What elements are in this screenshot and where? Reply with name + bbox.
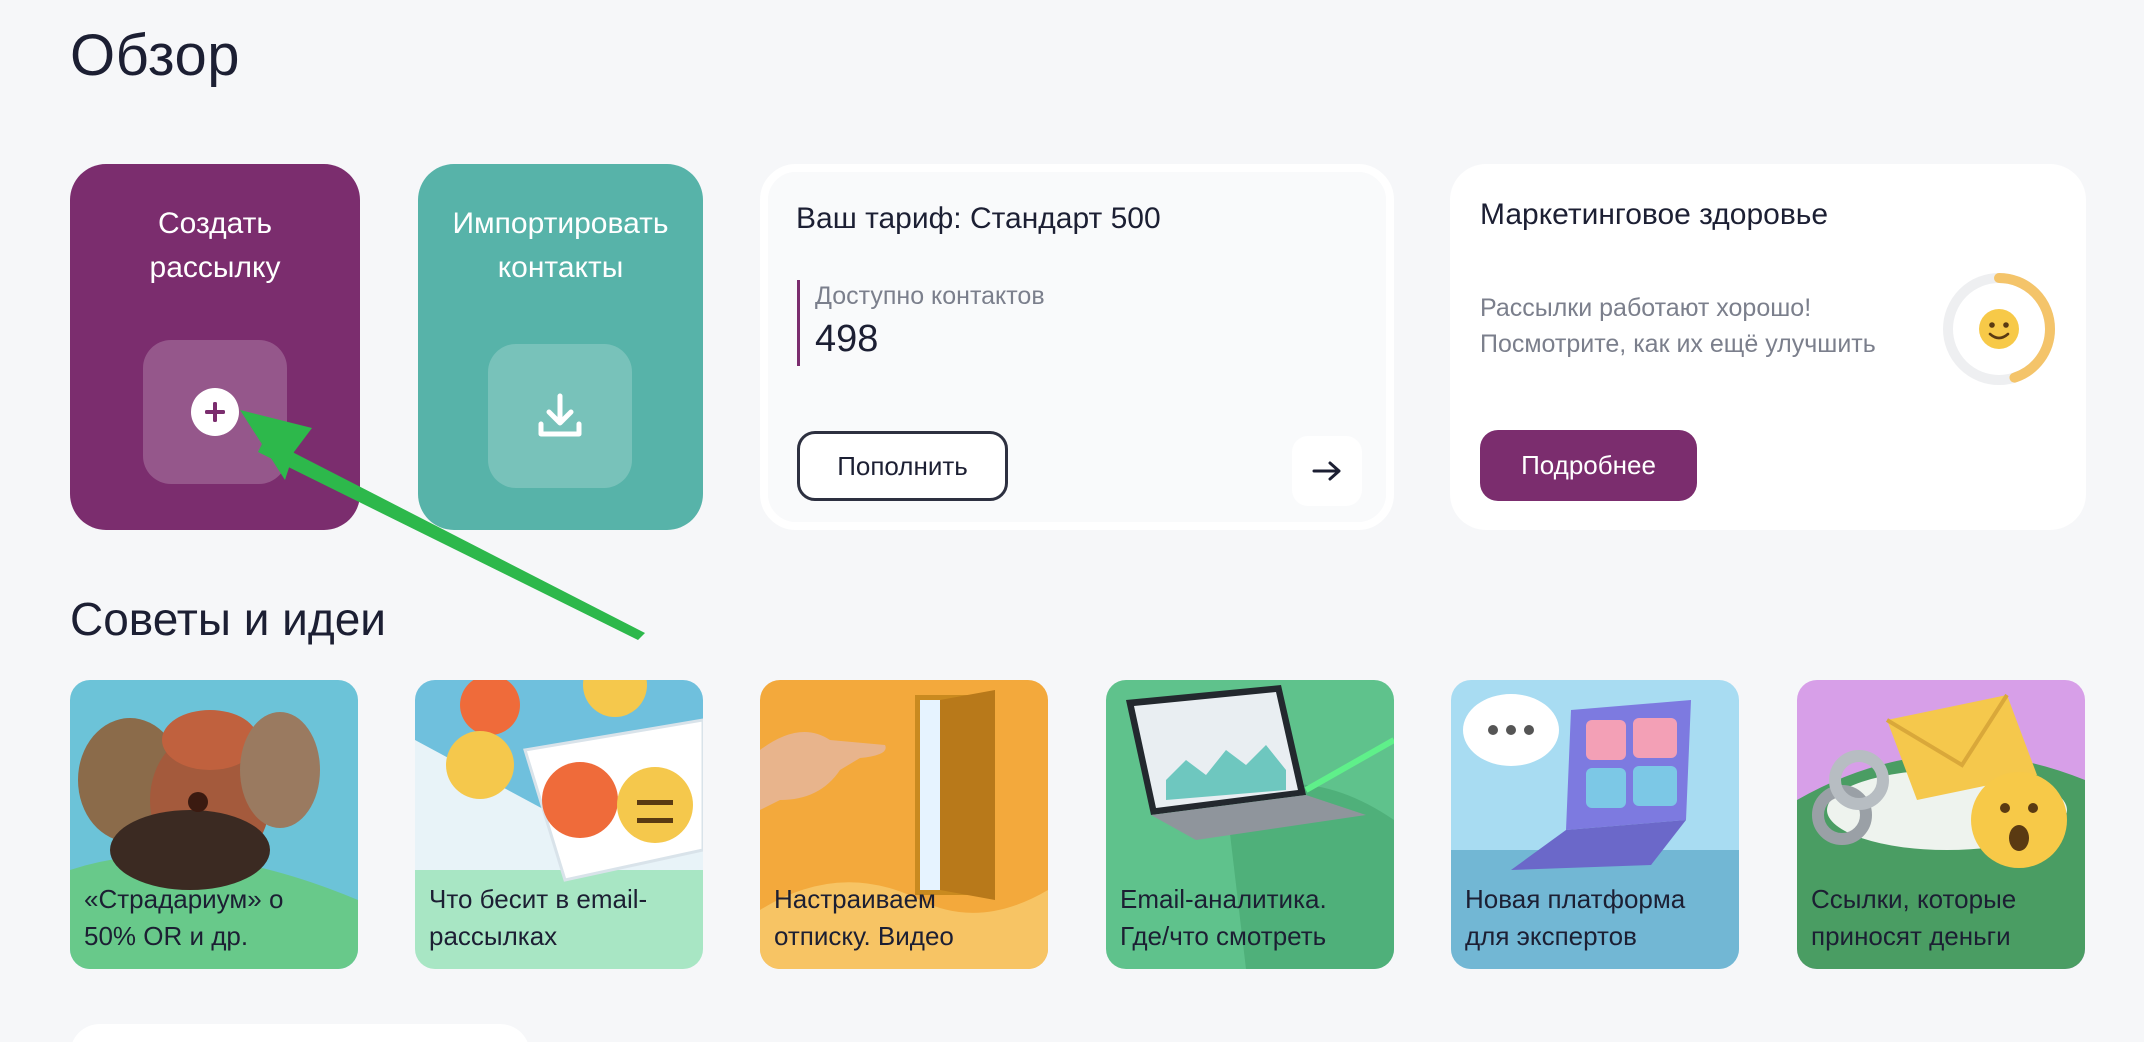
tip-caption-line2: приносят деньги (1811, 921, 2011, 951)
health-gauge (1943, 273, 2055, 385)
health-description-line2: Посмотрите, как их ещё улучшить (1480, 330, 1876, 358)
create-campaign-label-line2: рассылку (149, 251, 281, 284)
tip-caption-line1: Что бесит в email- (429, 884, 648, 914)
tip-card[interactable]: Что бесит в email- рассылках (415, 680, 703, 969)
create-campaign-label: Создать рассылку (70, 202, 360, 290)
create-campaign-label-line1: Создать (157, 207, 272, 240)
tip-caption-line1: Настраиваем (774, 884, 936, 914)
available-contacts-value: 498 (815, 318, 879, 360)
bottom-card-partial (70, 1024, 530, 1042)
download-icon (538, 393, 582, 437)
marketing-health-card: Маркетинговое здоровье Рассылки работают… (1450, 164, 2086, 530)
tips-heading: Советы и идеи (70, 593, 386, 645)
tip-caption-line1: Новая платформа (1465, 884, 1686, 914)
tip-caption: Что бесит в email- рассылках (429, 881, 693, 955)
import-contacts-label-line2: контакты (497, 251, 624, 284)
tip-caption-line2: 50% OR и др. (84, 921, 249, 951)
tip-caption-line2: Где/что смотреть (1120, 921, 1327, 951)
arrow-right-icon (1312, 461, 1341, 481)
tip-caption: Настраиваем отписку. Видео (774, 881, 1038, 955)
tip-caption: Email-аналитика. Где/что смотреть (1120, 881, 1384, 955)
overview-page: Обзор Создать рассылку Импортировать кон… (0, 0, 2144, 1042)
tip-caption-line2: отписку. Видео (774, 921, 954, 951)
more-details-button[interactable]: Подробнее (1480, 430, 1697, 501)
tip-caption-line2: для экспертов (1465, 921, 1637, 951)
tip-caption: Новая платформа для экспертов (1465, 881, 1729, 955)
tip-card[interactable]: «Страдариум» о 50% OR и др. (70, 680, 358, 969)
tip-caption-line2: рассылках (429, 921, 558, 951)
page-title: Обзор (70, 23, 241, 88)
import-contacts-label: Импортировать контакты (418, 202, 703, 290)
available-contacts-label: Доступно контактов (815, 282, 1045, 310)
tip-caption: Ссылки, которые приносят деньги (1811, 881, 2075, 955)
tip-caption-line1: «Страдариум» о (84, 884, 284, 914)
tip-caption-line1: Ссылки, которые (1811, 884, 2017, 914)
health-description-line1: Рассылки работают хорошо! (1480, 294, 1812, 322)
tariff-title: Ваш тариф: Стандарт 500 (796, 202, 1161, 235)
tariff-accent-bar (797, 280, 800, 366)
tariff-card: Ваш тариф: Стандарт 500 Доступно контакт… (760, 164, 1394, 530)
tip-caption-line1: Email-аналитика. (1120, 884, 1327, 914)
tip-card[interactable]: Новая платформа для экспертов (1451, 680, 1739, 969)
tip-card[interactable]: Email-аналитика. Где/что смотреть (1106, 680, 1394, 969)
import-contacts-card[interactable]: Импортировать контакты (418, 164, 703, 530)
tariff-details-button[interactable] (1292, 436, 1362, 506)
create-campaign-card[interactable]: Создать рассылку (70, 164, 360, 530)
tip-caption: «Страдариум» о 50% OR и др. (84, 881, 348, 955)
plus-icon (191, 388, 239, 436)
import-contacts-tile[interactable] (488, 344, 632, 488)
tip-card[interactable]: Настраиваем отписку. Видео (760, 680, 1048, 969)
import-contacts-label-line1: Импортировать (452, 207, 669, 240)
topup-button[interactable]: Пополнить (797, 431, 1008, 501)
create-campaign-tile[interactable] (143, 340, 287, 484)
tip-card[interactable]: Ссылки, которые приносят деньги (1797, 680, 2085, 969)
health-title: Маркетинговое здоровье (1480, 198, 1829, 231)
